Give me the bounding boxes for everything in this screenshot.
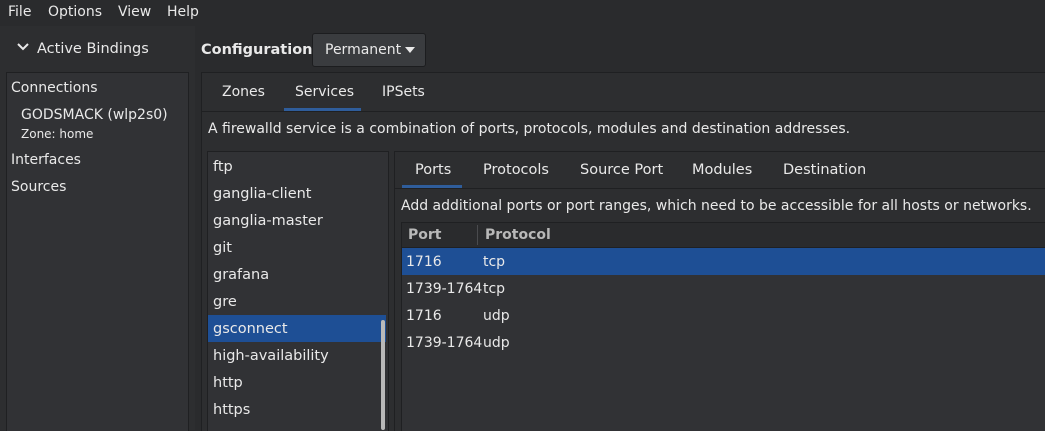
tab-modules[interactable]: Modules — [692, 162, 752, 178]
services-description: A firewalld service is a combination of … — [208, 121, 851, 137]
service-list-scrollbar[interactable] — [381, 320, 385, 430]
tab-services[interactable]: Services — [295, 84, 354, 100]
configuration-label: Configuration: — [201, 42, 319, 58]
triangle-down-icon — [405, 47, 415, 53]
bindings-tree — [6, 72, 189, 431]
service-item[interactable]: gre — [213, 294, 237, 310]
port-cell: 1739-1764 — [406, 335, 483, 351]
protocol-cell: udp — [483, 335, 510, 351]
protocol-cell: tcp — [483, 281, 506, 297]
connections-heading[interactable]: Connections — [11, 80, 98, 96]
tab-source-port[interactable]: Source Port — [580, 162, 663, 178]
connection-zone[interactable]: Zone: home — [21, 127, 93, 141]
tab-destination[interactable]: Destination — [783, 162, 866, 178]
menu-view[interactable]: View — [118, 4, 151, 20]
service-item[interactable]: ganglia-master — [213, 213, 323, 229]
service-item[interactable]: high-availability — [213, 348, 329, 364]
service-item[interactable]: grafana — [213, 267, 269, 283]
column-header-protocol[interactable]: Protocol — [485, 227, 551, 243]
protocol-cell: tcp — [483, 254, 506, 270]
tab-protocols[interactable]: Protocols — [483, 162, 549, 178]
service-item[interactable]: git — [213, 240, 232, 256]
tab-zones[interactable]: Zones — [222, 84, 265, 100]
column-divider[interactable] — [477, 225, 478, 245]
menu-options[interactable]: Options — [48, 4, 102, 20]
column-header-port[interactable]: Port — [408, 227, 441, 243]
ports-description: Add additional ports or port ranges, whi… — [401, 198, 1032, 214]
service-item[interactable]: ftp — [213, 159, 233, 175]
protocol-cell: udp — [483, 308, 510, 324]
port-cell: 1716 — [406, 308, 442, 324]
service-item[interactable]: http — [213, 375, 243, 391]
port-cell: 1716 — [406, 254, 442, 270]
menu-help[interactable]: Help — [167, 4, 199, 20]
tab-ipsets[interactable]: IPSets — [382, 84, 425, 100]
service-item[interactable]: https — [213, 402, 250, 418]
service-item-selected[interactable]: gsconnect — [213, 321, 288, 337]
tab-ports[interactable]: Ports — [415, 162, 451, 178]
port-cell: 1739-1764 — [406, 281, 483, 297]
configuration-value: Permanent — [325, 42, 402, 58]
sources-heading[interactable]: Sources — [11, 179, 66, 195]
connection-name[interactable]: GODSMACK (wlp2s0) — [21, 107, 168, 123]
menubar: File Options View Help — [0, 0, 1045, 26]
chevron-down-icon[interactable] — [16, 40, 30, 54]
active-tab-indicator — [284, 108, 361, 111]
interfaces-heading[interactable]: Interfaces — [11, 152, 81, 168]
active-inner-tab-indicator — [402, 185, 462, 188]
active-bindings-label: Active Bindings — [37, 41, 149, 57]
service-item[interactable]: ganglia-client — [213, 186, 311, 202]
menu-file[interactable]: File — [8, 4, 31, 20]
